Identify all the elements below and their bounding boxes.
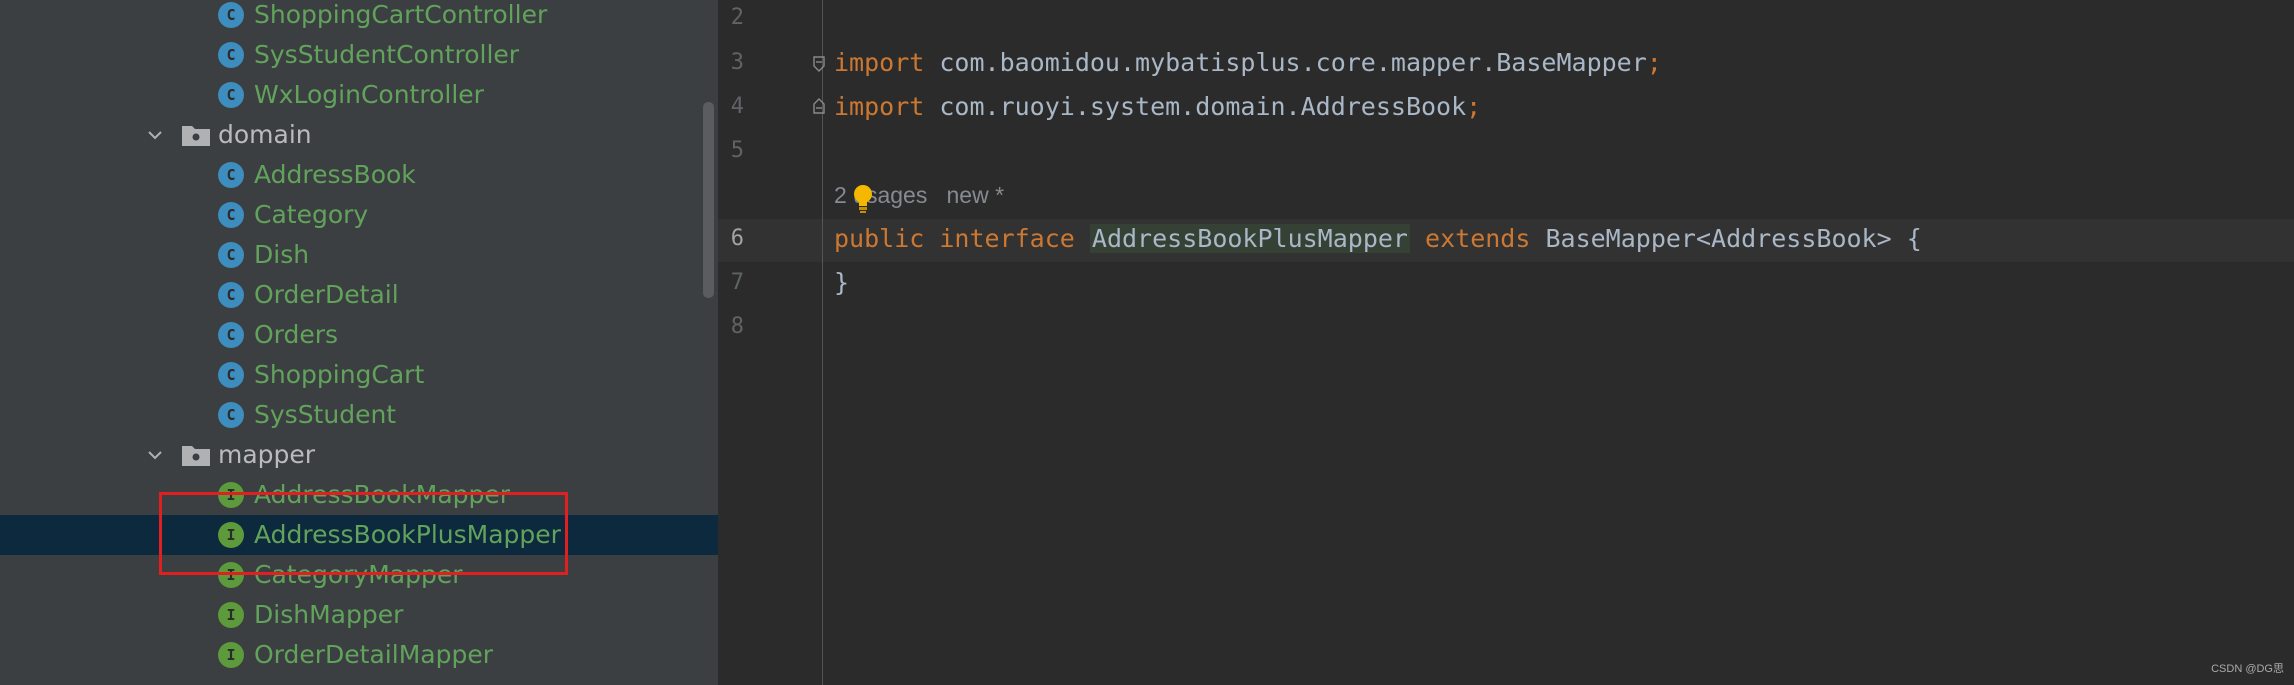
code-line-closing-brace[interactable]: } bbox=[834, 268, 849, 297]
class-icon: C bbox=[218, 2, 244, 28]
class-icon: C bbox=[218, 402, 244, 428]
chevron-down-icon[interactable] bbox=[145, 125, 165, 145]
file-label: WxLoginController bbox=[254, 80, 484, 109]
tree-file-Category[interactable]: C Category bbox=[0, 195, 718, 235]
file-label: SysStudent bbox=[254, 400, 397, 429]
code-line-interface-declaration[interactable]: public interface AddressBookPlusMapper e… bbox=[834, 224, 1922, 253]
tree-file-WxLoginController[interactable]: C WxLoginController bbox=[0, 75, 718, 115]
file-label: Orders bbox=[254, 320, 339, 349]
fold-end-icon[interactable] bbox=[812, 98, 826, 114]
semicolon: ; bbox=[1646, 48, 1662, 77]
tree-file-SysStudentController[interactable]: C SysStudentController bbox=[0, 35, 718, 75]
keyword-public: public bbox=[834, 224, 925, 253]
line-number: 5 bbox=[730, 138, 744, 163]
class-icon: C bbox=[218, 82, 244, 108]
tree-folder-mapper[interactable]: mapper bbox=[0, 435, 718, 475]
tree-file-OrderDetailMapper[interactable]: I OrderDetailMapper bbox=[0, 635, 718, 675]
keyword-interface: interface bbox=[939, 224, 1075, 253]
project-tree-scrollbar[interactable] bbox=[703, 102, 714, 298]
tree-file-DishMapper[interactable]: I DishMapper bbox=[0, 595, 718, 635]
file-label: OrderDetailMapper bbox=[254, 640, 493, 669]
interface-icon: I bbox=[218, 642, 244, 668]
fold-start-icon[interactable] bbox=[812, 56, 826, 72]
file-label: ShoppingCartController bbox=[254, 0, 548, 29]
keyword-import: import bbox=[834, 92, 925, 121]
line-number: 3 bbox=[730, 50, 744, 75]
class-icon: C bbox=[218, 362, 244, 388]
class-icon: C bbox=[218, 322, 244, 348]
tree-file-AddressBook[interactable]: C AddressBook bbox=[0, 155, 718, 195]
chevron-down-icon[interactable] bbox=[145, 445, 165, 465]
tree-file-OrderDetail[interactable]: C OrderDetail bbox=[0, 275, 718, 315]
semicolon: ; bbox=[1466, 92, 1482, 121]
line-number: 8 bbox=[730, 314, 744, 339]
file-label: DishMapper bbox=[254, 600, 404, 629]
import-path: com.baomidou.mybatisplus.core.mapper.Bas… bbox=[924, 48, 1647, 77]
tree-file-Dish[interactable]: C Dish bbox=[0, 235, 718, 275]
line-number-current: 6 bbox=[730, 226, 744, 251]
tree-file-SysStudent[interactable]: C SysStudent bbox=[0, 395, 718, 435]
code-editor[interactable]: 2 3 4 5 6 7 8 import com.baomidou.mybati… bbox=[718, 0, 2294, 685]
class-icon: C bbox=[218, 282, 244, 308]
package-folder-icon bbox=[182, 446, 210, 466]
tree-file-Orders[interactable]: C Orders bbox=[0, 315, 718, 355]
keyword-extends: extends bbox=[1425, 224, 1531, 253]
tree-folder-domain[interactable]: domain bbox=[0, 115, 718, 155]
line-number: 2 bbox=[730, 5, 744, 30]
tree-file-ShoppingCartController[interactable]: C ShoppingCartController bbox=[0, 0, 718, 35]
class-icon: C bbox=[218, 242, 244, 268]
file-label: Category bbox=[254, 200, 369, 229]
file-label: SysStudentController bbox=[254, 40, 520, 69]
folder-label: domain bbox=[218, 120, 312, 149]
tree-file-ShoppingCart[interactable]: C ShoppingCart bbox=[0, 355, 718, 395]
keyword-import: import bbox=[834, 48, 925, 77]
line-number: 4 bbox=[730, 94, 744, 119]
interface-icon: I bbox=[218, 602, 244, 628]
watermark: CSDN @DG思 bbox=[2211, 663, 2284, 675]
file-label: ShoppingCart bbox=[254, 360, 425, 389]
red-highlight-annotation bbox=[159, 492, 568, 575]
line-number: 7 bbox=[730, 270, 744, 295]
package-folder-icon bbox=[182, 126, 210, 146]
class-icon: C bbox=[218, 202, 244, 228]
import-path: com.ruoyi.system.domain.AddressBook bbox=[924, 92, 1467, 121]
class-icon: C bbox=[218, 162, 244, 188]
lightbulb-icon[interactable] bbox=[852, 184, 874, 214]
file-label: Dish bbox=[254, 240, 310, 269]
code-line-import-addressbook[interactable]: import com.ruoyi.system.domain.AddressBo… bbox=[834, 92, 1481, 121]
class-icon: C bbox=[218, 42, 244, 68]
supertype[interactable]: BaseMapper<AddressBook> { bbox=[1545, 224, 1921, 253]
folder-label: mapper bbox=[218, 440, 316, 469]
interface-name[interactable]: AddressBookPlusMapper bbox=[1089, 224, 1410, 253]
code-line-import-basemapper[interactable]: import com.baomidou.mybatisplus.core.map… bbox=[834, 48, 1662, 77]
file-label: AddressBook bbox=[254, 160, 416, 189]
project-tool-window: C ShoppingCartController C SysStudentContro… bbox=[0, 0, 718, 685]
file-label: OrderDetail bbox=[254, 280, 399, 309]
